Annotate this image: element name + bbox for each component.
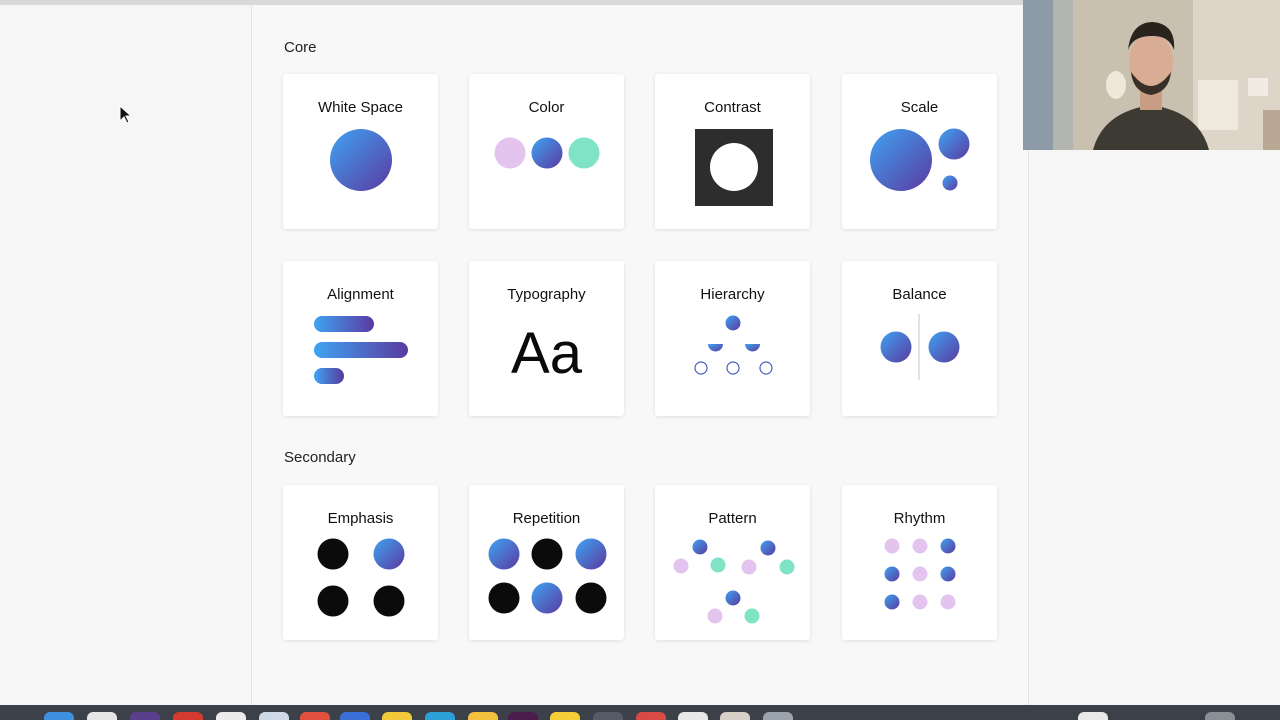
card-color[interactable]: Color [469, 74, 624, 229]
card-scale[interactable]: Scale [842, 74, 997, 229]
typography-sample: Aa [511, 321, 582, 386]
card-balance[interactable]: Balance [842, 261, 997, 416]
card-typography[interactable]: Typography Aa [469, 261, 624, 416]
hierarchy-illustration [694, 315, 773, 375]
app-icon[interactable] [468, 712, 498, 720]
card-repetition[interactable]: Repetition [469, 485, 624, 640]
mail-icon[interactable] [340, 712, 370, 720]
safari-icon[interactable] [87, 712, 117, 720]
card-emphasis[interactable]: Emphasis [283, 485, 438, 640]
section-title-core: Core [284, 39, 317, 56]
rhythm-illustration [884, 538, 956, 610]
app-icon[interactable] [425, 712, 455, 720]
app-icon[interactable] [300, 712, 330, 720]
finder-icon[interactable] [44, 712, 74, 720]
slack-icon[interactable] [508, 712, 538, 720]
notes-icon[interactable] [382, 712, 412, 720]
app-icon[interactable] [259, 712, 289, 720]
emphasis-illustration [317, 538, 405, 617]
app-icon[interactable] [763, 712, 793, 720]
card-alignment[interactable]: Alignment [283, 261, 438, 416]
card-hierarchy[interactable]: Hierarchy [655, 261, 810, 416]
scale-illustration [870, 128, 970, 191]
chrome-icon[interactable] [216, 712, 246, 720]
pattern-illustration [673, 539, 795, 624]
app-icon[interactable] [678, 712, 708, 720]
app-icon[interactable] [593, 712, 623, 720]
card-title: Typography [507, 286, 586, 303]
card-contrast[interactable]: Contrast [655, 74, 810, 229]
alignment-illustration [314, 316, 408, 384]
repetition-illustration [488, 538, 607, 614]
card-rhythm[interactable]: Rhythm [842, 485, 997, 640]
trash-icon[interactable] [1205, 712, 1235, 720]
contrast-illustration [695, 129, 773, 206]
card-pattern[interactable]: Pattern [655, 485, 810, 640]
app-icon[interactable] [130, 712, 160, 720]
app-icon[interactable] [550, 712, 580, 720]
webcam-overlay [1023, 0, 1280, 150]
mouse-cursor-icon [119, 105, 133, 124]
section-title-secondary: Secondary [284, 449, 356, 466]
app-icon[interactable] [1078, 712, 1108, 720]
card-white-space[interactable]: White Space [283, 74, 438, 229]
white-space-illustration [330, 129, 392, 191]
app-icon[interactable] [636, 712, 666, 720]
app-icon[interactable] [720, 712, 750, 720]
color-illustration [494, 137, 600, 169]
balance-illustration [880, 314, 960, 380]
app-icon[interactable] [173, 712, 203, 720]
